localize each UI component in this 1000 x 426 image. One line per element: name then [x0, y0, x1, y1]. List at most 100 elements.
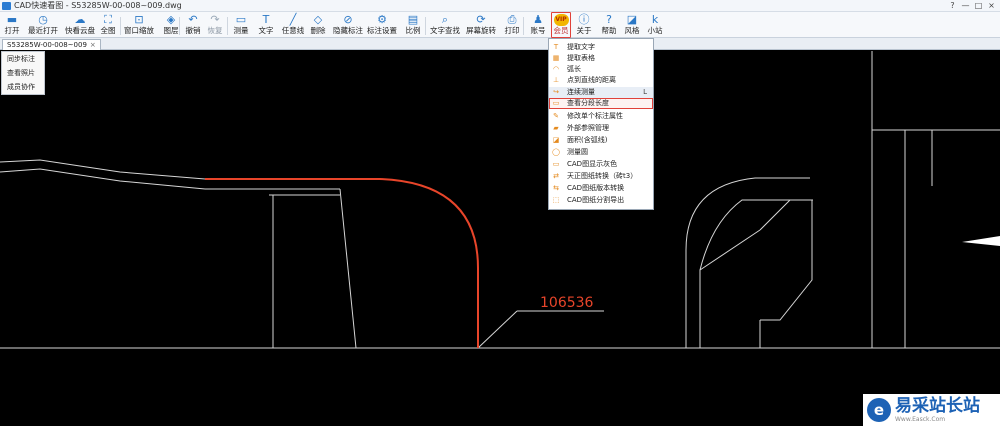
- cad-geometry: [0, 51, 1000, 349]
- document-tab-label: S53285W-00-008~009: [7, 41, 87, 49]
- toolbar-eraser-button[interactable]: ◇ 删除: [308, 13, 328, 37]
- toolbar-label: 删除: [310, 26, 326, 35]
- toolbar-label: 快看云盘: [65, 26, 95, 35]
- site-watermark: e 易采站长站 Www.Easck.Com: [863, 394, 1000, 426]
- dimension-value-text: 106536: [540, 295, 594, 311]
- toolbar-scale-button[interactable]: ▤ 比例: [403, 13, 423, 37]
- toolbar-clock-button[interactable]: ◷ 最近打开: [28, 13, 58, 37]
- undo-icon: ↶: [188, 13, 198, 26]
- menu-item-member-collab[interactable]: 成员协作: [2, 80, 44, 94]
- dropdown-item-label: 提取表格: [567, 54, 595, 62]
- toolbar-info-button[interactable]: ⓘ 关于: [574, 13, 594, 37]
- tab-close-icon[interactable]: ×: [90, 41, 96, 49]
- toolbar-label: 图层: [163, 26, 179, 35]
- toolbar-separator: [120, 17, 121, 35]
- cad-inner-room: [759, 199, 813, 321]
- text-search-icon: ⌕: [441, 13, 449, 26]
- vip-dropdown-menu: T 提取文字 ▦ 提取表格 ◠ 弧长 ⊥ 点到直线的距离 ↪ 连续测量 L ▭ 查看分段长度 ✎ 修改单个标…: [548, 38, 654, 210]
- toolbar-measure-button[interactable]: ▭ 测量: [231, 13, 251, 37]
- toolbar-freeline-button[interactable]: ╱ 任意线: [280, 13, 306, 37]
- help-window-button[interactable]: ?: [946, 0, 959, 12]
- dropdown-item-arc-length[interactable]: ◠ 弧长: [549, 64, 653, 75]
- watermark-name: 易采站长站: [895, 396, 980, 416]
- window-controls: ? — □ ×: [946, 0, 998, 12]
- toolbar-label: 风格: [624, 26, 640, 35]
- dropdown-item-version-convert[interactable]: ⇆ CAD图纸版本转换: [549, 183, 653, 194]
- toolbar-label: 恢复: [207, 26, 223, 35]
- dropdown-item-area[interactable]: ◪ 面积(含弧线): [549, 135, 653, 146]
- toolbar-vip-button[interactable]: VIP 会员: [551, 12, 571, 38]
- toolbar-label: 窗口缩放: [124, 26, 154, 35]
- arc-length-icon: ◠: [552, 65, 560, 73]
- dropdown-item-label: 测量圆: [567, 148, 588, 156]
- toolbar-rotate-screen-button[interactable]: ⟳ 屏幕旋转: [466, 13, 496, 37]
- toolbar-text-search-button[interactable]: ⌕ 文字查找: [429, 13, 461, 37]
- toolbar-undo-button[interactable]: ↶ 撤销: [184, 13, 202, 37]
- toolbar-label: 打开: [4, 26, 20, 35]
- toolbar-redo-button[interactable]: ↷ 恢复: [206, 13, 224, 37]
- toolbar-window-zoom-button[interactable]: ⊡ 窗口缩放: [124, 13, 154, 37]
- dropdown-item-measure-circle[interactable]: ◯ 测量圆: [549, 147, 653, 158]
- dimension-leader-line: [477, 310, 518, 349]
- dropdown-item-label: 天正图纸转换（砖t3）: [567, 172, 638, 180]
- toolbar-hide-annotation-button[interactable]: ⊘ 隐藏标注: [333, 13, 363, 37]
- minimize-button[interactable]: —: [959, 0, 972, 12]
- toolbar-annotation-settings-button[interactable]: ⚙ 标注设置: [367, 13, 397, 37]
- toolbar-cloud-button[interactable]: ☁ 快看云盘: [65, 13, 95, 37]
- toolbar-label: 全图: [100, 26, 116, 35]
- version-convert-icon: ⇆: [553, 184, 559, 192]
- dropdown-item-point-line-distance[interactable]: ⊥ 点到直线的距离: [549, 75, 653, 86]
- dropdown-item-label: 修改单个标注属性: [567, 112, 623, 120]
- toolbar-label: 小站: [647, 26, 663, 35]
- document-tab[interactable]: S53285W-00-008~009 ×: [2, 39, 101, 50]
- split-export-icon: ⬚: [552, 196, 560, 204]
- info-icon: ⓘ: [578, 13, 590, 26]
- point-line-distance-icon: ⊥: [552, 76, 560, 84]
- drawing-canvas[interactable]: 106536: [0, 51, 1000, 426]
- window-title: CAD快速看图 - S53285W-00-008~009.dwg: [14, 1, 182, 10]
- measure-icon: ▭: [235, 13, 247, 26]
- style-icon: ◪: [626, 13, 638, 26]
- toolbar-folder-button[interactable]: ▬ 打开: [2, 13, 22, 37]
- hide-annotation-icon: ⊘: [343, 13, 353, 26]
- toolbar-fit-all-button[interactable]: ⛶ 全图: [98, 13, 118, 37]
- toolbar-text-button[interactable]: T 文字: [256, 13, 276, 37]
- dropdown-item-edit-annotation[interactable]: ✎ 修改单个标注属性: [549, 111, 653, 122]
- toolbar-help-button[interactable]: ? 帮助: [599, 13, 619, 37]
- toolbar-printer-button[interactable]: ⎙ 打印: [502, 13, 522, 37]
- dropdown-item-continuous-measure[interactable]: ↪ 连续测量 L: [549, 87, 653, 98]
- redo-icon: ↷: [210, 13, 220, 26]
- toolbar-label: 文字查找: [430, 26, 460, 35]
- dropdown-item-xref[interactable]: ▰ 外部参照管理: [549, 123, 653, 134]
- freeline-icon: ╱: [289, 13, 297, 26]
- xref-icon: ▰: [553, 124, 559, 132]
- toolbar-layers-button[interactable]: ◈ 图层: [161, 13, 181, 37]
- dropdown-item-split-export[interactable]: ⬚ CAD图纸分割导出: [549, 195, 653, 206]
- toolbar-style-button[interactable]: ◪ 风格: [622, 13, 642, 37]
- toolbar-label: 屏幕旋转: [466, 26, 496, 35]
- fit-all-icon: ⛶: [104, 13, 112, 26]
- toolbar-label: 关于: [576, 26, 592, 35]
- annotation-settings-icon: ⚙: [377, 13, 387, 26]
- dropdown-item-label: 点到直线的距离: [567, 76, 616, 84]
- dropdown-item-label: 查看分段长度: [567, 99, 609, 107]
- maximize-button[interactable]: □: [972, 0, 985, 12]
- toolbar-label: 会员: [553, 26, 569, 35]
- close-window-button[interactable]: ×: [985, 0, 998, 12]
- dropdown-item-gray-display[interactable]: ▭ CAD图显示灰色: [549, 159, 653, 170]
- menu-item-view-photos[interactable]: 查看照片: [2, 66, 44, 80]
- rotate-screen-icon: ⟳: [476, 13, 486, 26]
- toolbar-user-button[interactable]: ♟ 账号: [528, 13, 548, 37]
- dropdown-item-extract-text[interactable]: T 提取文字: [549, 42, 653, 53]
- toolbar-label: 最近打开: [28, 26, 58, 35]
- dropdown-item-extract-table[interactable]: ▦ 提取表格: [549, 53, 653, 64]
- dropdown-item-tangent-convert[interactable]: ⇄ 天正图纸转换（砖t3）: [549, 171, 653, 182]
- toolbar-label: 任意线: [281, 26, 305, 35]
- dropdown-item-label: CAD图纸版本转换: [567, 184, 625, 192]
- extract-table-icon: ▦: [552, 54, 560, 62]
- dropdown-item-segment-length[interactable]: ▭ 查看分段长度: [549, 98, 653, 109]
- menu-item-sync-annotation[interactable]: 同步标注: [2, 52, 44, 66]
- toolbar-label: 帮助: [601, 26, 617, 35]
- toolbar-site-button[interactable]: k 小站: [645, 13, 665, 37]
- title-bar: CAD快速看图 - S53285W-00-008~009.dwg ? — □ ×: [0, 0, 1000, 12]
